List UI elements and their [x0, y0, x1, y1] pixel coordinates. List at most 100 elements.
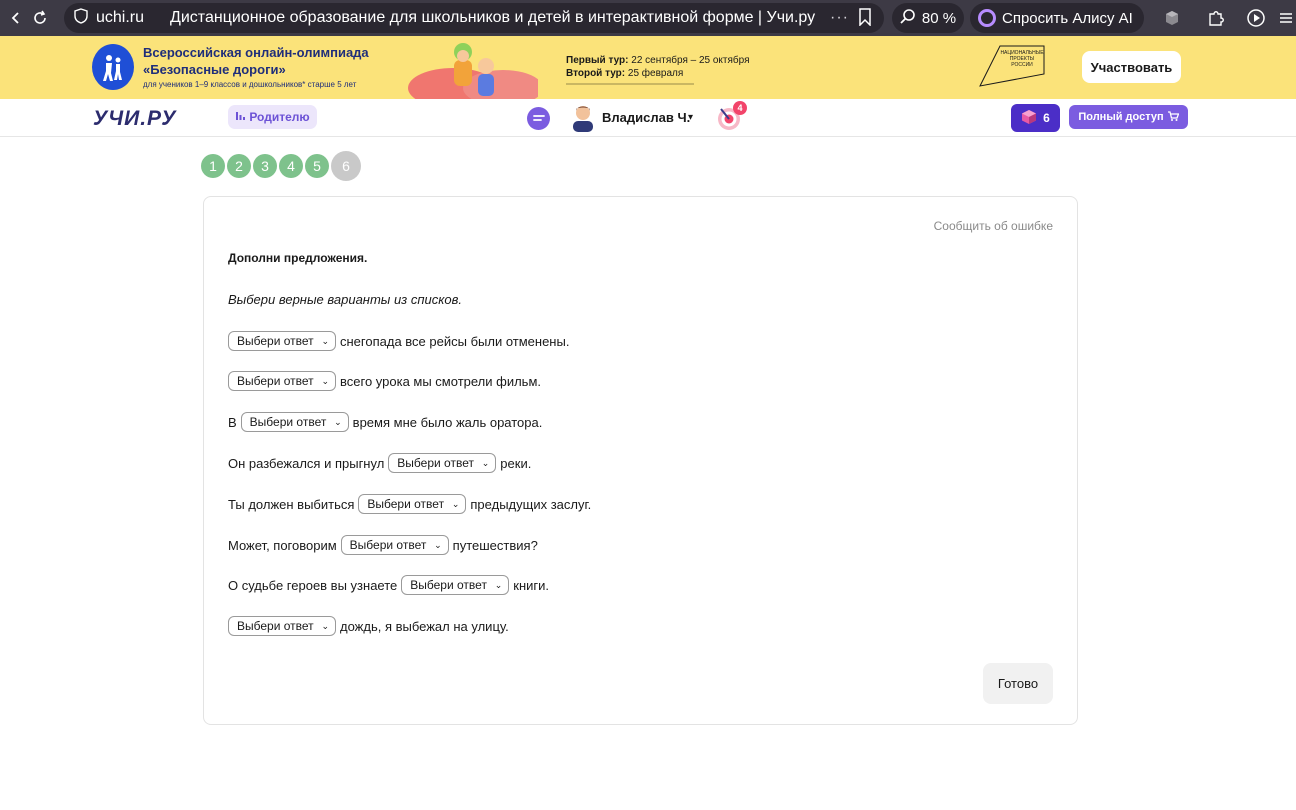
answer-select-8[interactable]: Выбери ответ ⌄: [228, 616, 336, 636]
sentence-text-after: снегопада все рейсы были отменены.: [340, 333, 570, 349]
media-play-icon[interactable]: [1246, 8, 1266, 28]
promo-fine-print: [566, 82, 696, 89]
user-name[interactable]: Владислав Ч.: [602, 110, 690, 125]
chat-icon[interactable]: [527, 107, 550, 130]
promo-subtitle: для учеников 1–9 классов и дошкольников*…: [143, 80, 357, 89]
zoom-icon: [900, 8, 916, 28]
round1-dates: 22 сентября – 25 октября: [631, 55, 750, 66]
chevron-down-icon: ⌄: [321, 335, 329, 346]
select-value: Выбери ответ: [249, 415, 327, 429]
notification-badge: 4: [733, 101, 747, 115]
zoom-indicator[interactable]: 80 %: [892, 3, 964, 33]
address-bar[interactable]: uchi.ru Дистанционное образование для шк…: [64, 3, 884, 33]
sentence-text-after: книги.: [513, 577, 550, 593]
reload-icon[interactable]: [30, 8, 50, 28]
sentence-text-before: Он разбежался и прыгнул: [228, 455, 385, 471]
chevron-down-icon[interactable]: ▾: [688, 112, 693, 123]
more-icon[interactable]: ···: [830, 9, 849, 27]
promo-illustration: [408, 43, 538, 99]
avatar[interactable]: [570, 104, 596, 132]
answer-select-5[interactable]: Выбери ответ ⌄: [358, 494, 467, 514]
select-value: Выбери ответ: [237, 334, 314, 348]
step-1[interactable]: 1: [201, 154, 225, 178]
cubes-count: 6: [1043, 111, 1050, 125]
sentence-text-before: В: [228, 414, 237, 430]
round2-label: Второй тур:: [566, 68, 626, 79]
sentence-text-after: дождь, я выбежал на улицу.: [340, 618, 509, 634]
promo-round2: Второй тур: 25 февраля: [566, 68, 683, 79]
olympiad-logo-icon: [92, 44, 134, 90]
chevron-down-icon: ⌄: [334, 416, 342, 427]
sentence-text-before: Может, поговорим: [228, 537, 337, 553]
answer-select-7[interactable]: Выбери ответ ⌄: [401, 575, 510, 595]
chevron-down-icon: ⌄: [494, 579, 503, 590]
chevron-down-icon: ⌄: [451, 498, 460, 509]
extension-cube-icon[interactable]: [1162, 8, 1182, 28]
parent-role-label: Родителю: [249, 110, 310, 124]
full-access-button[interactable]: Полный доступ: [1069, 105, 1188, 129]
select-value: Выбери ответ: [237, 374, 314, 388]
task-steps: 1 2 3 4 5 6: [201, 151, 361, 181]
sentence-text-after: всего урока мы смотрели фильм.: [340, 373, 541, 389]
round2-dates: 25 февраля: [627, 68, 684, 79]
sentence-text-before: Ты должен выбиться: [228, 496, 355, 512]
chevron-down-icon: ⌄: [321, 375, 329, 386]
promo-title: Всероссийская онлайн-олимпиада: [143, 45, 369, 60]
sentence-6: Может, поговорим Выбери ответ ⌄ путешеств…: [228, 535, 542, 555]
site-header: УЧИ.РУ Родителю Владислав Ч. ▾ 4 6 Полны…: [0, 99, 1296, 137]
sentence-text-after: время мне было жаль оратора.: [352, 414, 543, 430]
done-button[interactable]: Готово: [983, 663, 1053, 704]
promo-title-name: «Безопасные дороги»: [143, 62, 286, 77]
step-5[interactable]: 5: [305, 154, 329, 178]
url-domain: uchi.ru: [96, 9, 145, 26]
chevron-down-icon: ⌄: [481, 457, 490, 468]
svg-text:РОССИИ: РОССИИ: [1011, 62, 1033, 68]
alice-label: Спросить Алису AI: [1002, 9, 1133, 27]
back-arrow-icon[interactable]: [6, 8, 26, 28]
sentence-text-before: О судьбе героев вы узнаете: [228, 577, 398, 593]
olympiad-banner[interactable]: Всероссийская онлайн-олимпиада «Безопасн…: [0, 36, 1296, 99]
task-card: Сообщить об ошибке Дополни предложения. …: [203, 196, 1078, 725]
select-value: Выбери ответ: [397, 456, 474, 470]
alice-button[interactable]: Спросить Алису AI: [970, 3, 1144, 33]
zoom-value: 80 %: [921, 9, 957, 27]
task-title: Дополни предложения.: [228, 251, 368, 265]
parent-role-button[interactable]: Родителю: [228, 105, 317, 129]
answer-select-4[interactable]: Выбери ответ ⌄: [388, 453, 497, 473]
chevron-down-icon: ⌄: [434, 539, 442, 550]
step-6-current[interactable]: 6: [331, 151, 361, 181]
select-value: Выбери ответ: [367, 497, 445, 511]
uchi-logo[interactable]: УЧИ.РУ: [93, 107, 176, 131]
select-value: Выбери ответ: [349, 538, 427, 552]
answer-select-3[interactable]: Выбери ответ ⌄: [240, 412, 349, 432]
promo-round1: Первый тур: 22 сентября – 25 октября: [566, 55, 750, 66]
browser-toolbar: uchi.ru Дистанционное образование для шк…: [0, 0, 1296, 36]
sentence-3: В Выбери ответ ⌄ время мне было жаль орат…: [228, 412, 546, 432]
answer-select-1[interactable]: Выбери ответ ⌄: [228, 331, 336, 351]
answer-select-6[interactable]: Выбери ответ ⌄: [340, 535, 449, 555]
sentence-1: Выбери ответ ⌄ снегопада все рейсы были о…: [228, 331, 573, 351]
select-value: Выбери ответ: [410, 578, 487, 592]
sentence-text-after: предыдущих заслуг.: [470, 496, 592, 512]
sentence-4: Он разбежался и прыгнул Выбери ответ ⌄ ре…: [228, 453, 535, 473]
step-4[interactable]: 4: [279, 154, 303, 178]
national-projects-logo: НАЦИОНАЛЬНЫЕ ПРОЕКТЫ РОССИИ: [979, 45, 1045, 87]
extensions-puzzle-icon[interactable]: [1206, 8, 1226, 28]
sentence-7: О судьбе героев вы узнаете Выбери ответ ⌄…: [228, 575, 553, 595]
cubes-counter[interactable]: 6: [1011, 104, 1060, 132]
bar-chart-icon: [235, 110, 246, 124]
answer-select-2[interactable]: Выбери ответ ⌄: [228, 371, 336, 391]
select-value: Выбери ответ: [237, 619, 314, 633]
sentence-text-after: реки.: [500, 455, 532, 471]
cart-icon: [1167, 110, 1180, 124]
sentence-2: Выбери ответ ⌄ всего урока мы смотрели фи…: [228, 371, 545, 391]
full-access-label: Полный доступ: [1078, 111, 1164, 123]
sentence-5: Ты должен выбиться Выбери ответ ⌄ предыду…: [228, 494, 595, 514]
menu-icon[interactable]: [1276, 8, 1296, 28]
step-3[interactable]: 3: [253, 154, 277, 178]
report-error-link[interactable]: Сообщить об ошибке: [934, 219, 1053, 233]
participate-button[interactable]: Участвовать: [1082, 51, 1181, 83]
step-2[interactable]: 2: [227, 154, 251, 178]
round1-label: Первый тур:: [566, 55, 629, 66]
bookmark-icon[interactable]: [858, 8, 872, 31]
